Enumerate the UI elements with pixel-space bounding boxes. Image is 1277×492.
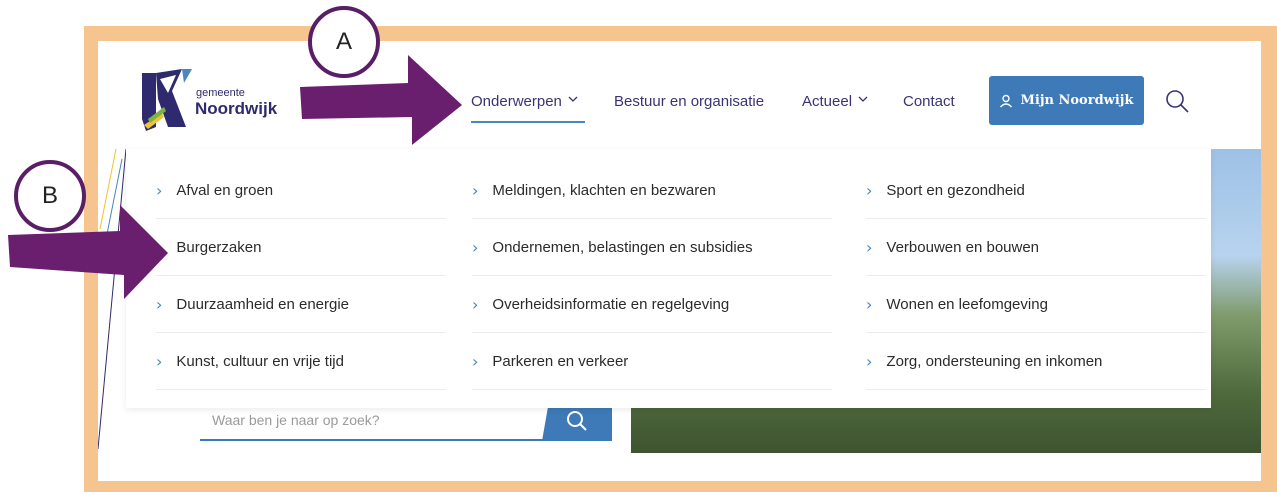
onderwerpen-dropdown: ›Afval en groen ›Burgerzaken ›Duurzaamhe… xyxy=(126,149,1211,408)
chevron-right-icon: › xyxy=(866,238,873,257)
dropdown-item-label: Zorg, ondersteuning en inkomen xyxy=(886,353,1103,370)
nav-active-indicator xyxy=(471,121,585,123)
dropdown-item[interactable]: ›Burgerzaken xyxy=(156,220,446,276)
hero-search-input[interactable] xyxy=(212,409,532,431)
nav-actueel[interactable]: Actueel xyxy=(802,89,868,113)
dropdown-item-label: Afval en groen xyxy=(176,182,274,199)
search-icon[interactable] xyxy=(1164,88,1190,114)
nav-contact-label: Contact xyxy=(903,92,955,110)
chevron-right-icon: › xyxy=(156,352,163,371)
dropdown-item[interactable]: › Overheidsinformatie en regelgeving xyxy=(472,277,832,333)
chevron-right-icon: › xyxy=(156,181,163,200)
mijn-noordwijk-button[interactable]: Mijn Noordwijk xyxy=(989,76,1144,125)
dropdown-item-label: Ondernemen, belastingen en subsidies xyxy=(492,239,753,256)
noordwijk-logo-mark xyxy=(142,69,192,131)
nav-onderwerpen-label: Onderwerpen xyxy=(471,92,562,110)
search-icon xyxy=(567,411,587,431)
dropdown-item[interactable]: › Duurzaamheid en energie xyxy=(156,277,446,333)
nav-onderwerpen[interactable]: Onderwerpen xyxy=(471,89,578,113)
chevron-right-icon: › xyxy=(472,238,479,257)
chevron-right-icon: › xyxy=(472,181,479,200)
chevron-right-icon: › xyxy=(866,352,873,371)
chevron-right-icon: › xyxy=(866,181,873,200)
dropdown-item-label: Kunst, cultuur en vrije tijd xyxy=(176,353,344,370)
user-icon xyxy=(1000,94,1013,107)
dropdown-item[interactable]: › Verbouwen en bouwen xyxy=(866,220,1206,276)
dropdown-item-label: Wonen en leefomgeving xyxy=(886,296,1048,313)
chevron-down-icon xyxy=(568,96,578,102)
annotation-badge-b: B xyxy=(14,160,86,232)
website-viewport: gemeente Noordwijk Onderwerpen Bestuur e… xyxy=(98,41,1261,481)
dropdown-item[interactable]: › Zorg, ondersteuning en inkomen xyxy=(866,334,1206,390)
chevron-right-icon: › xyxy=(472,352,479,371)
nav-bestuur[interactable]: Bestuur en organisatie xyxy=(614,89,764,113)
annotation-label-a: A xyxy=(335,28,352,55)
annotation-badge-a: A xyxy=(308,6,380,78)
dropdown-item-label: Sport en gezondheid xyxy=(886,182,1025,199)
mijn-noordwijk-label: Mijn Noordwijk xyxy=(1020,93,1134,108)
annotation-label-b: B xyxy=(41,182,58,209)
dropdown-item-label: Parkeren en verkeer xyxy=(492,353,629,370)
dropdown-item[interactable]: › Afval en groen xyxy=(156,163,446,219)
dropdown-item[interactable]: › Meldingen, klachten en bezwaren xyxy=(472,163,832,219)
nav-contact[interactable]: Contact xyxy=(903,89,955,113)
dropdown-item-label: Verbouwen en bouwen xyxy=(886,239,1040,256)
logo-subtitle: gemeente xyxy=(196,87,245,99)
dropdown-item[interactable]: › Parkeren en verkeer xyxy=(472,334,832,390)
dropdown-item-label: Duurzaamheid en energie xyxy=(176,296,350,313)
chevron-right-icon: › xyxy=(866,295,873,314)
nav-actueel-label: Actueel xyxy=(802,92,853,110)
nav-bestuur-label: Bestuur en organisatie xyxy=(614,92,765,110)
dropdown-item-label: Overheidsinformatie en regelgeving xyxy=(492,296,730,313)
dropdown-item[interactable]: › Sport en gezondheid xyxy=(866,163,1206,219)
dropdown-item[interactable]: › Wonen en leefomgeving xyxy=(866,277,1206,333)
logo-title: Noordwijk xyxy=(195,99,278,118)
dropdown-item[interactable]: › Ondernemen, belastingen en subsidies xyxy=(472,220,832,276)
chevron-down-icon xyxy=(858,96,868,102)
dropdown-item[interactable]: › Kunst, cultuur en vrije tijd xyxy=(156,334,446,390)
dropdown-item-label: Burgerzaken xyxy=(176,239,262,256)
dropdown-item-label: Meldingen, klachten en bezwaren xyxy=(492,182,716,199)
chevron-right-icon: › xyxy=(472,295,479,314)
screenshot-stage: gemeente Noordwijk Onderwerpen Bestuur e… xyxy=(0,0,1277,492)
